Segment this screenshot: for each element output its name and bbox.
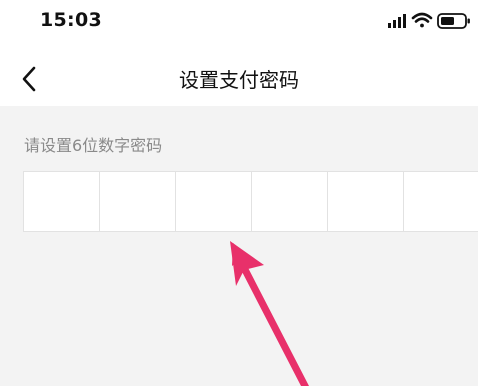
status-time: 15:03: [40, 9, 102, 31]
wifi-icon: [411, 12, 433, 28]
pin-digit-box[interactable]: [176, 172, 252, 231]
signal-icon: [388, 14, 406, 28]
password-hint: 请设置6位数字密码: [24, 136, 163, 155]
pin-digit-box[interactable]: [404, 172, 478, 231]
battery-icon: [437, 13, 470, 29]
pin-input[interactable]: [23, 171, 478, 232]
pin-digit-box[interactable]: [252, 172, 328, 231]
status-icons: [388, 12, 470, 29]
pin-digit-box[interactable]: [24, 172, 100, 231]
page-title: 设置支付密码: [179, 68, 299, 92]
header-panel: 15:03 设置支付密码: [0, 0, 478, 106]
pin-digit-box[interactable]: [100, 172, 176, 231]
pin-digit-box[interactable]: [328, 172, 404, 231]
